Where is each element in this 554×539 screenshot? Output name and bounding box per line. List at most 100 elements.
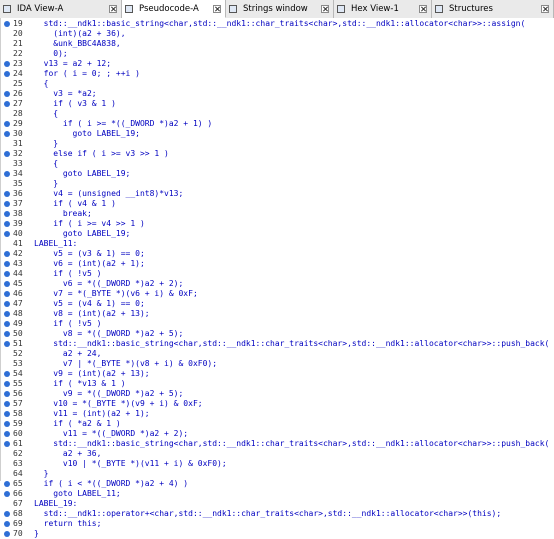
code-text[interactable]: v11 = *((_DWORD *)a2 + 2); (34, 429, 188, 439)
code-text[interactable]: v10 = *(_BYTE *)(v9 + i) & 0xF; (34, 399, 202, 409)
code-line[interactable]: 36 v4 = (unsigned __int8)*v13; (1, 189, 554, 199)
breakpoint-dot-icon[interactable] (4, 511, 10, 517)
code-line[interactable]: 55 if ( *v13 & 1 ) (1, 379, 554, 389)
code-line[interactable]: 37 if ( v4 & 1 ) (1, 199, 554, 209)
code-text[interactable]: v5 = (v4 & 1) == 0; (34, 299, 145, 309)
breakpoint-dot-icon[interactable] (4, 131, 10, 137)
breakpoint-dot-icon[interactable] (4, 411, 10, 417)
breakpoint-dot-icon[interactable] (4, 251, 10, 257)
breakpoint-dot-icon[interactable] (4, 531, 10, 537)
code-text[interactable]: v9 = *((_DWORD *)a2 + 5); (34, 389, 183, 399)
code-text[interactable]: v3 = *a2; (34, 89, 96, 99)
code-text[interactable]: std::__ndk1::operator+<char,std::__ndk1:… (34, 509, 502, 519)
code-line[interactable]: 66 goto LABEL_11; (1, 489, 554, 499)
code-text[interactable]: goto LABEL_19; (34, 129, 140, 139)
code-text[interactable]: a2 + 24, (34, 349, 102, 359)
code-line[interactable]: 52 a2 + 24, (1, 349, 554, 359)
tab-hex-view-1[interactable]: Hex View-1 (334, 0, 432, 18)
breakpoint-dot-icon[interactable] (4, 151, 10, 157)
code-text[interactable]: &unk_BBC4A838, (34, 39, 120, 49)
breakpoint-dot-icon[interactable] (4, 101, 10, 107)
code-text[interactable]: } (34, 179, 58, 189)
breakpoint-dot-icon[interactable] (4, 21, 10, 27)
code-line[interactable]: 50 v8 = *((_DWORD *)a2 + 5); (1, 329, 554, 339)
code-line[interactable]: 48 v8 = (int)(a2 + 13); (1, 309, 554, 319)
code-text[interactable]: a2 + 36, (34, 449, 102, 459)
code-text[interactable]: if ( v3 & 1 ) (34, 99, 116, 109)
code-line[interactable]: 62 a2 + 36, (1, 449, 554, 459)
code-line[interactable]: 27 if ( v3 & 1 ) (1, 99, 554, 109)
code-text[interactable]: v6 = *((_DWORD *)a2 + 2); (34, 279, 183, 289)
code-line[interactable]: 40 goto LABEL_19; (1, 229, 554, 239)
code-line[interactable]: 59 if ( *a2 & 1 ) (1, 419, 554, 429)
close-icon[interactable] (213, 4, 221, 13)
tab-structures[interactable]: Structures (432, 0, 554, 18)
code-text[interactable]: v7 | *(_BYTE *)(v8 + i) & 0xF0); (34, 359, 217, 369)
breakpoint-dot-icon[interactable] (4, 71, 10, 77)
breakpoint-dot-icon[interactable] (4, 341, 10, 347)
code-line[interactable]: 63 v10 | *(_BYTE *)(v11 + i) & 0xF0); (1, 459, 554, 469)
code-text[interactable]: goto LABEL_11; (34, 489, 120, 499)
breakpoint-dot-icon[interactable] (4, 391, 10, 397)
code-line[interactable]: 67 LABEL_19: (1, 499, 554, 509)
breakpoint-dot-icon[interactable] (4, 521, 10, 527)
breakpoint-dot-icon[interactable] (4, 61, 10, 67)
code-text[interactable]: v10 | *(_BYTE *)(v11 + i) & 0xF0); (34, 459, 227, 469)
breakpoint-dot-icon[interactable] (4, 211, 10, 217)
code-text[interactable]: for ( i = 0; ; ++i ) (34, 69, 140, 79)
close-icon[interactable] (541, 5, 549, 13)
code-text[interactable]: goto LABEL_19; (34, 169, 130, 179)
code-line[interactable]: 57 v10 = *(_BYTE *)(v9 + i) & 0xF; (1, 399, 554, 409)
code-line[interactable]: 58 v11 = (int)(a2 + 1); (1, 409, 554, 419)
code-line[interactable]: 64 } (1, 469, 554, 479)
code-line[interactable]: 38 break; (1, 209, 554, 219)
breakpoint-dot-icon[interactable] (4, 371, 10, 377)
code-line[interactable]: 29 if ( i >= *((_DWORD *)a2 + 1) ) (1, 119, 554, 129)
code-line[interactable]: 42 v5 = (v3 & 1) == 0; (1, 249, 554, 259)
code-line[interactable]: 34 goto LABEL_19; (1, 169, 554, 179)
breakpoint-dot-icon[interactable] (4, 281, 10, 287)
code-line[interactable]: 49 if ( !v5 ) (1, 319, 554, 329)
breakpoint-dot-icon[interactable] (4, 231, 10, 237)
code-line[interactable]: 32 else if ( i >= v3 >> 1 ) (1, 149, 554, 159)
breakpoint-dot-icon[interactable] (4, 441, 10, 447)
code-line[interactable]: 19 std::__ndk1::basic_string<char,std::_… (1, 19, 554, 29)
code-text[interactable]: if ( !v5 ) (34, 319, 101, 329)
code-line[interactable]: 51 std::__ndk1::basic_string<char,std::_… (1, 339, 554, 349)
tab-ida-view-a[interactable]: IDA View-A (0, 0, 122, 18)
close-icon[interactable] (321, 5, 329, 13)
code-line[interactable]: 22 0); (1, 49, 554, 59)
tab-strings-window[interactable]: Strings window (226, 0, 334, 18)
breakpoint-dot-icon[interactable] (4, 191, 10, 197)
breakpoint-dot-icon[interactable] (4, 431, 10, 437)
code-text[interactable]: 0); (34, 49, 67, 59)
breakpoint-dot-icon[interactable] (4, 481, 10, 487)
code-text[interactable]: { (34, 159, 58, 169)
breakpoint-dot-icon[interactable] (4, 171, 10, 177)
code-line[interactable]: 33 { (1, 159, 554, 169)
code-line[interactable]: 24 for ( i = 0; ; ++i ) (1, 69, 554, 79)
breakpoint-dot-icon[interactable] (4, 401, 10, 407)
breakpoint-dot-icon[interactable] (4, 261, 10, 267)
breakpoint-dot-icon[interactable] (4, 201, 10, 207)
code-line[interactable]: 23 v13 = a2 + 12; (1, 59, 554, 69)
code-line[interactable]: 54 v9 = (int)(a2 + 13); (1, 369, 554, 379)
code-text[interactable]: { (34, 79, 49, 89)
code-line[interactable]: 44 if ( !v5 ) (1, 269, 554, 279)
code-line[interactable]: 26 v3 = *a2; (1, 89, 554, 99)
breakpoint-dot-icon[interactable] (4, 221, 10, 227)
code-line[interactable]: 46 v7 = *(_BYTE *)(v6 + i) & 0xF; (1, 289, 554, 299)
pseudocode-editor[interactable]: 19 std::__ndk1::basic_string<char,std::_… (0, 18, 554, 538)
code-text[interactable]: break; (34, 209, 92, 219)
code-line[interactable]: 25 { (1, 79, 554, 89)
code-line[interactable]: 68 std::__ndk1::operator+<char,std::__nd… (1, 509, 554, 519)
code-text[interactable]: v4 = (unsigned __int8)*v13; (34, 189, 183, 199)
code-text[interactable]: std::__ndk1::basic_string<char,std::__nd… (34, 439, 549, 449)
breakpoint-dot-icon[interactable] (4, 121, 10, 127)
breakpoint-dot-icon[interactable] (4, 321, 10, 327)
code-text[interactable]: if ( i >= *((_DWORD *)a2 + 1) ) (34, 119, 212, 129)
code-text[interactable]: v8 = (int)(a2 + 13); (34, 309, 149, 319)
code-text[interactable]: if ( i >= v4 >> 1 ) (34, 219, 145, 229)
code-line[interactable]: 69 return this; (1, 519, 554, 529)
code-line[interactable]: 30 goto LABEL_19; (1, 129, 554, 139)
